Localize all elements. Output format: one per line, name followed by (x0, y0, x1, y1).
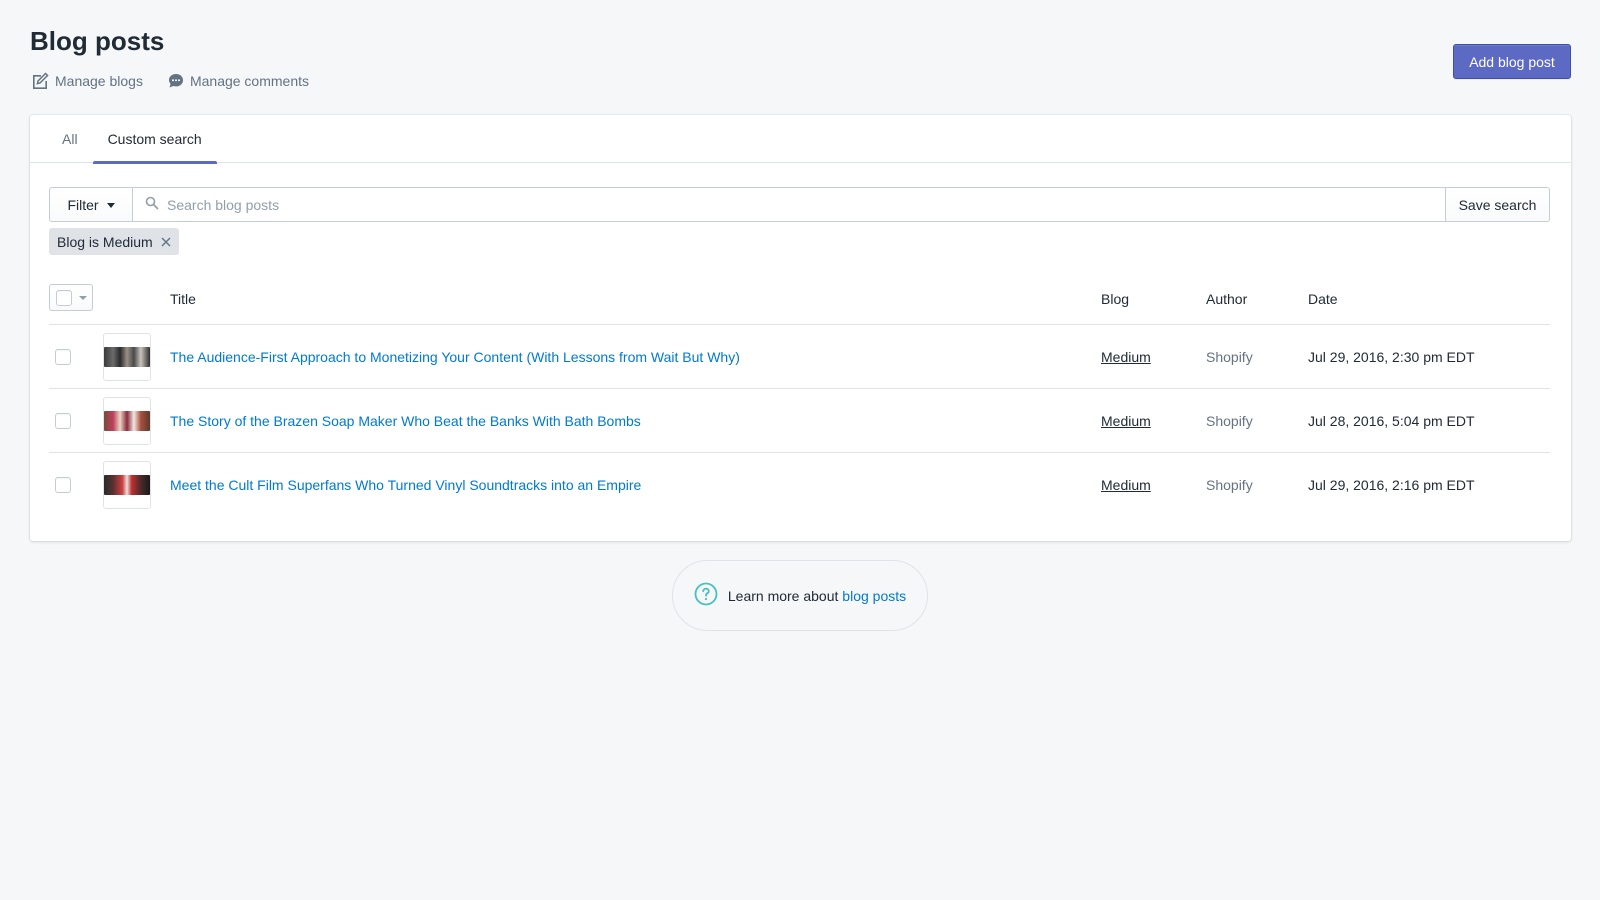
date: Jul 29, 2016, 2:16 pm EDT (1308, 477, 1475, 493)
manage-blogs-label: Manage blogs (55, 73, 143, 89)
blog-link[interactable]: Medium (1101, 413, 1151, 429)
manage-blogs-link[interactable]: Manage blogs (30, 71, 143, 91)
applied-filter-tag: Blog is Medium (49, 228, 179, 255)
author: Shopify (1206, 477, 1253, 493)
add-blog-post-button[interactable]: Add blog post (1453, 44, 1571, 79)
table-row[interactable]: The Audience-First Approach to Monetizin… (49, 325, 1550, 389)
tab-bar: All Custom search (30, 115, 1571, 164)
filter-button[interactable]: Filter (49, 187, 133, 222)
bulk-select-checkbox[interactable] (49, 284, 93, 311)
manage-comments-label: Manage comments (189, 73, 310, 89)
select-all-checkbox[interactable] (56, 289, 72, 306)
row-checkbox[interactable] (55, 477, 71, 493)
header-author: Author (1206, 291, 1248, 307)
learn-more-link[interactable]: blog posts (842, 588, 906, 604)
date: Jul 29, 2016, 2:30 pm EDT (1308, 349, 1475, 365)
author: Shopify (1206, 413, 1253, 429)
date: Jul 28, 2016, 5:04 pm EDT (1308, 413, 1475, 429)
filter-tag-label: Blog is Medium (57, 233, 153, 250)
search-input[interactable] (167, 196, 1445, 213)
footer-text: Learn more about (727, 587, 839, 604)
comment-icon (167, 72, 185, 90)
page-title: Blog posts (30, 26, 165, 56)
header-title: Title (170, 291, 196, 307)
save-search-button[interactable]: Save search (1445, 187, 1550, 222)
blog-posts-card: All Custom search Filter Save search Blo… (30, 115, 1571, 541)
manage-comments-link[interactable]: Manage comments (167, 72, 309, 90)
author: Shopify (1206, 349, 1253, 365)
post-title-link[interactable]: The Audience-First Approach to Monetizin… (170, 349, 740, 365)
help-icon (694, 582, 718, 609)
blog-link[interactable]: Medium (1101, 477, 1151, 493)
table-row[interactable]: Meet the Cult Film Superfans Who Turned … (49, 453, 1550, 517)
header-blog: Blog (1101, 291, 1130, 307)
post-thumbnail (103, 333, 151, 381)
post-title-link[interactable]: The Story of the Brazen Soap Maker Who B… (170, 413, 641, 429)
row-checkbox[interactable] (55, 349, 71, 365)
table-row[interactable]: The Story of the Brazen Soap Maker Who B… (49, 389, 1550, 453)
caret-down-icon (79, 295, 87, 300)
search-icon (145, 196, 159, 213)
post-thumbnail (103, 461, 151, 509)
close-icon[interactable] (161, 237, 171, 247)
header-date: Date (1308, 291, 1338, 307)
caret-down-icon (106, 203, 115, 208)
filter-bar: Filter Save search (49, 187, 1550, 222)
secondary-actions: Manage blogs Manage comments (30, 71, 309, 91)
row-checkbox[interactable] (55, 413, 71, 429)
post-thumbnail (103, 397, 151, 445)
edit-icon (30, 71, 50, 91)
filter-label: Filter (67, 196, 99, 213)
blog-posts-table: Title Blog Author Date The Audience-Firs… (49, 277, 1550, 517)
footer-help: Learn more about blog posts (672, 560, 928, 631)
search-field[interactable] (133, 187, 1445, 222)
blog-link[interactable]: Medium (1101, 349, 1151, 365)
post-title-link[interactable]: Meet the Cult Film Superfans Who Turned … (170, 477, 641, 493)
table-header: Title Blog Author Date (49, 277, 1550, 325)
tab-custom-search[interactable]: Custom search (92, 115, 217, 164)
tab-all[interactable]: All (47, 115, 93, 163)
footer-help-text: Learn more about blog posts (728, 588, 906, 604)
